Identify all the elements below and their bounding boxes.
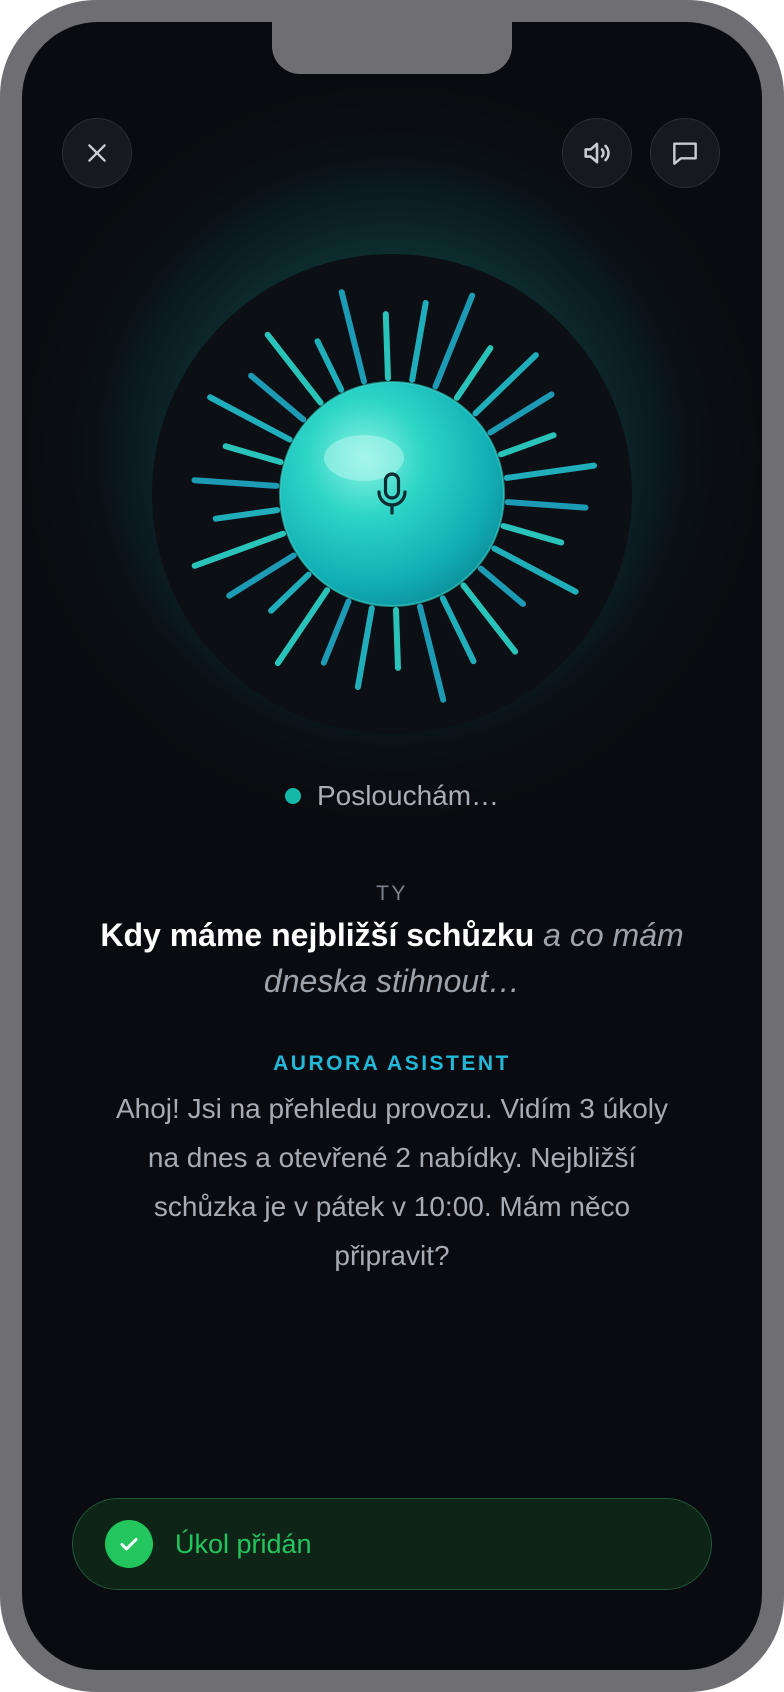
phone-frame: Poslouchám… TY Kdy máme nejbližší schůzk… (0, 0, 784, 1692)
assistant-label: AURORA ASISTENT (273, 1052, 511, 1075)
voice-visualizer (152, 254, 632, 734)
assistant-response: Ahoj! Jsi na přehledu provozu. Vidím 3 ú… (115, 1093, 668, 1271)
toast-check-badge (105, 1520, 153, 1568)
listening-status: Poslouchám… (22, 780, 762, 812)
status-text: Poslouchám… (316, 780, 500, 811)
device-notch (272, 22, 512, 74)
close-icon (88, 144, 106, 162)
user-label: TY (376, 882, 408, 905)
speaker-button[interactable] (562, 118, 632, 188)
task-added-toast[interactable]: Úkol přidán (72, 1498, 712, 1590)
toast-text: Úkol přidán (175, 1528, 312, 1559)
chat-button[interactable] (650, 118, 720, 188)
voice-orb[interactable] (152, 254, 632, 734)
speaker-icon (584, 142, 610, 164)
voice-assistant-screen: Poslouchám… TY Kdy máme nejbližší schůzk… (22, 22, 762, 1670)
user-transcript: Kdy máme nejbližší schůzku a co mám dnes… (82, 912, 702, 1004)
audio-ray (382, 311, 391, 382)
audio-ray (393, 606, 401, 671)
chat-bubble-icon (673, 142, 697, 165)
check-icon (120, 1538, 138, 1551)
listening-indicator-dot (284, 788, 301, 804)
close-button[interactable] (62, 118, 132, 188)
orb-sphere (279, 381, 505, 607)
user-transcript-final: Kdy máme nejbližší schůzku (100, 917, 535, 953)
